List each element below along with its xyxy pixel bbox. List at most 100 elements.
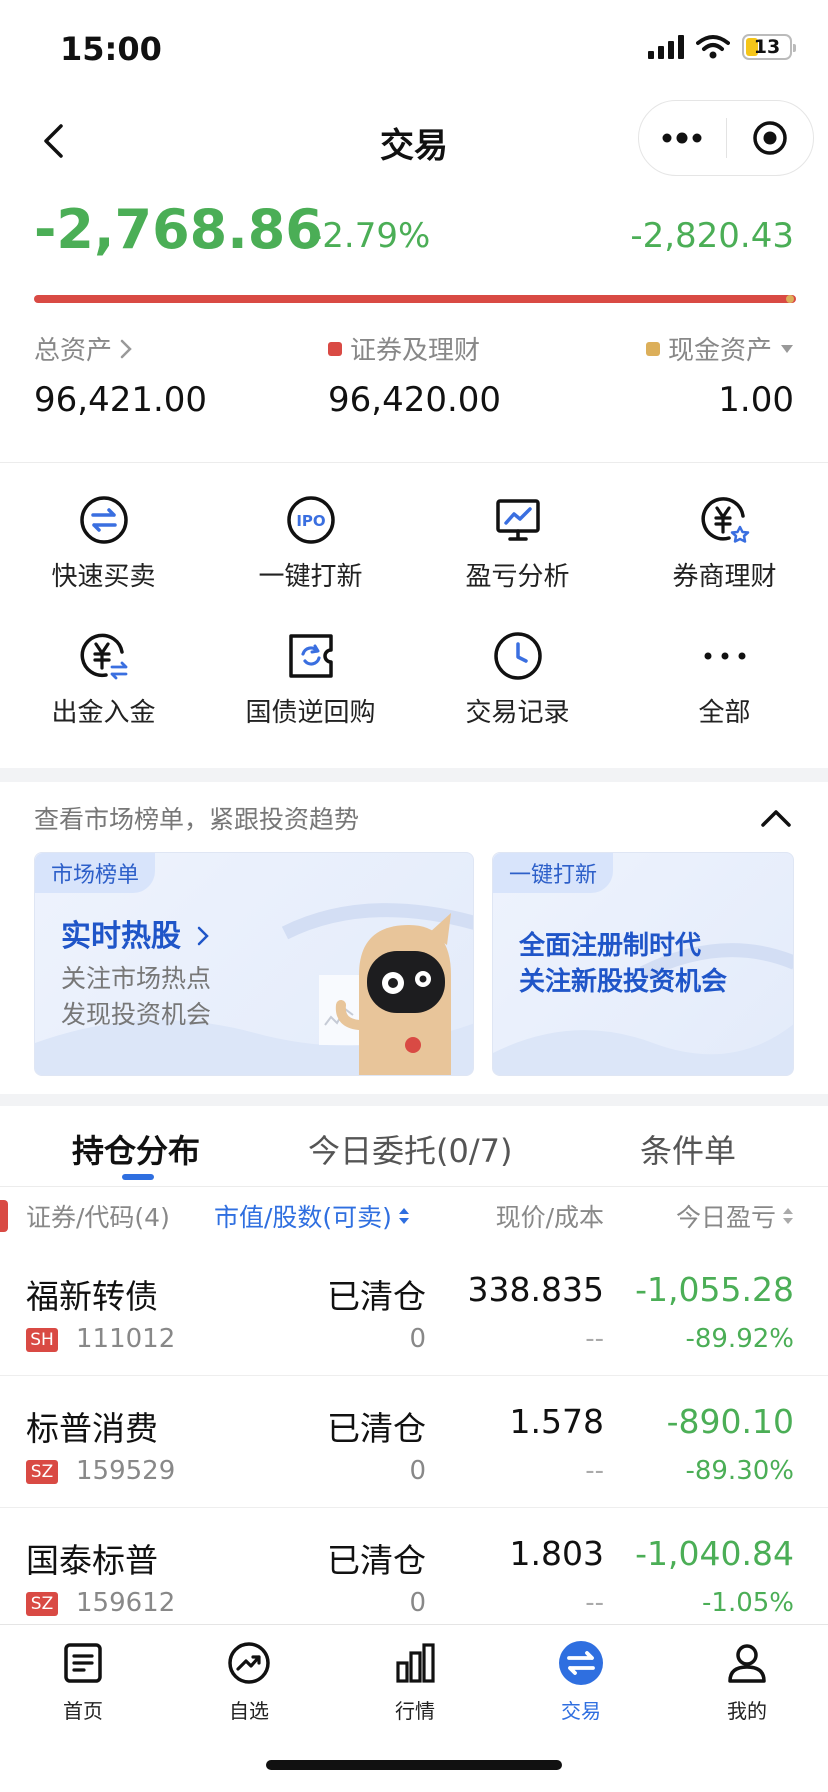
tab-label: 行情 [395, 1699, 435, 1723]
card-subtitle: 关注市场热点 [61, 964, 212, 993]
quick-action-broker-wealth[interactable]: 券商理财 [621, 463, 828, 593]
tab-label: 我的 [727, 1699, 767, 1723]
holdings-section: 持仓分布 今日委托(0/7) 条件单 证券/代码(4) 市值/股数(可卖) 现价… [0, 1106, 828, 1626]
cost-price: -- [585, 1324, 604, 1354]
tab-positions[interactable]: 持仓分布 [72, 1126, 200, 1172]
card-tag: 一键打新 [493, 853, 614, 893]
quick-action-label: 券商理财 [672, 562, 777, 592]
tab-conditional-orders[interactable]: 条件单 [640, 1126, 736, 1172]
column-header-market-value-text: 市值/股数(可卖) [214, 1203, 392, 1232]
tab-label: 自选 [229, 1699, 269, 1723]
sort-icon [398, 1208, 409, 1224]
market-ranking-card[interactable]: 市场榜单 实时热股 关注市场热点 发现投资机会 [34, 852, 474, 1076]
cost-price: -- [585, 1456, 604, 1486]
chevron-right-icon [198, 926, 210, 946]
refresh-ticket-icon [288, 633, 333, 678]
today-pl: -1,040.84 [635, 1534, 794, 1573]
position-status: 已清仓 [327, 1541, 426, 1580]
cash-assets-value: 1.00 [718, 380, 794, 420]
mini-program-capsule [638, 100, 814, 176]
quick-action-deposit-withdraw[interactable]: 出金入金 [0, 599, 207, 729]
mascot-illustration [319, 913, 451, 1075]
column-header-price-cost: 现价/成本 [495, 1203, 604, 1232]
current-price: 338.835 [467, 1270, 604, 1309]
quick-action-label: 盈亏分析 [465, 562, 570, 592]
securities-legend-dot [328, 341, 342, 356]
quick-action-label: 交易记录 [465, 698, 570, 728]
tab-trade[interactable]: 交易 [498, 1637, 664, 1724]
more-menu-button[interactable] [639, 101, 726, 175]
card-title: 实时热股 [61, 911, 210, 955]
cellular-signal-icon [648, 35, 684, 59]
security-name: 国泰标普 [26, 1541, 158, 1580]
asset-distribution-bar [34, 295, 796, 303]
today-pl: -890.10 [666, 1402, 794, 1441]
tab-profile[interactable]: 我的 [664, 1637, 828, 1724]
card-subtitle: 发现投资机会 [61, 1000, 212, 1029]
quick-action-all[interactable]: 全部 [621, 599, 828, 729]
card-line: 关注新股投资机会 [519, 967, 728, 997]
cash-assets-dropdown[interactable]: 现金资产 [645, 330, 794, 367]
tab-label: 交易 [561, 1699, 601, 1723]
quick-action-pl-analysis[interactable]: 盈亏分析 [414, 463, 621, 593]
wifi-icon [696, 35, 730, 59]
more-dots-icon [704, 652, 745, 659]
today-pl-percent: -1.05% [702, 1588, 794, 1618]
yen-star-icon [700, 496, 749, 543]
security-name: 标普消费 [26, 1409, 158, 1448]
market-badge: SH [26, 1328, 58, 1352]
cash-assets-label: 现金资产 [667, 336, 772, 366]
collapse-button[interactable] [754, 796, 798, 840]
quick-action-trade-records[interactable]: 交易记录 [414, 599, 621, 729]
tab-today-orders[interactable]: 今日委托(0/7) [308, 1126, 512, 1172]
quick-action-fast-trade[interactable]: 快速买卖 [0, 463, 207, 593]
quick-action-reverse-repo[interactable]: 国债逆回购 [207, 599, 414, 729]
position-quantity: 0 [409, 1456, 426, 1486]
close-mini-program-button[interactable] [727, 101, 814, 175]
column-header-today-pl-text: 今日盈亏 [675, 1203, 776, 1232]
card-line: 全面注册制时代 [519, 931, 702, 961]
side-marker [0, 1200, 8, 1232]
market-badge: SZ [26, 1460, 58, 1484]
ipo-card[interactable]: 一键打新 全面注册制时代 关注新股投资机会 [492, 852, 794, 1076]
security-name: 福新转债 [26, 1277, 158, 1316]
quick-action-label: 国债逆回购 [245, 698, 376, 728]
status-time: 15:00 [60, 30, 162, 68]
card-title-text: 实时热股 [61, 919, 181, 954]
total-assets-link[interactable]: 总资产 [34, 330, 132, 367]
market-hint: 查看市场榜单，紧跟投资趋势 [34, 805, 360, 834]
sort-icon [783, 1208, 793, 1224]
securities-value: 96,420.00 [328, 380, 502, 420]
quick-actions-grid: 快速买卖 IPO 一键打新 盈亏分析 券商理财 出金入金 国债逆回购 交易记录 … [0, 462, 828, 768]
ipo-icon: IPO [286, 495, 335, 544]
clock-icon [493, 631, 542, 680]
today-pl-percent: -2.79% [310, 216, 431, 256]
securities-label-group: 证券及理财 [328, 330, 480, 367]
status-icons: 13 [648, 34, 796, 60]
cost-price: -- [585, 1588, 604, 1618]
quick-action-label: 一键打新 [258, 562, 363, 592]
account-summary: -2,768.86 -2.79% -2,820.43 总资产 96,421.00… [0, 180, 828, 462]
tab-watchlist[interactable]: 自选 [166, 1637, 332, 1724]
securities-label: 证券及理财 [350, 336, 481, 366]
user-icon [728, 1644, 766, 1683]
cash-distribution-marker [786, 295, 794, 303]
quick-action-label: 快速买卖 [51, 562, 156, 592]
quick-action-ipo[interactable]: IPO 一键打新 [207, 463, 414, 593]
table-row[interactable]: 国泰标普 SZ 159612 已清仓 0 1.803 -- -1,040.84 … [0, 1508, 828, 1626]
battery-level: 13 [753, 36, 781, 58]
position-status: 已清仓 [327, 1409, 426, 1448]
chevron-right-icon [120, 339, 132, 358]
caret-down-icon [781, 344, 793, 353]
tab-market[interactable]: 行情 [332, 1637, 498, 1724]
security-code: 159529 [76, 1456, 176, 1486]
position-quantity: 0 [409, 1324, 426, 1354]
today-pl: -1,055.28 [635, 1270, 794, 1309]
table-row[interactable]: 标普消费 SZ 159529 已清仓 0 1.578 -- -890.10 -8… [0, 1376, 828, 1508]
table-row[interactable]: 福新转债 SH 111012 已清仓 0 338.835 -- -1,055.2… [0, 1244, 828, 1376]
column-header-market-value[interactable]: 市值/股数(可卖) [214, 1198, 410, 1234]
column-header-security: 证券/代码(4) [26, 1203, 170, 1232]
column-header-today-pl[interactable]: 今日盈亏 [676, 1198, 794, 1234]
tab-home[interactable]: 首页 [0, 1637, 166, 1724]
position-quantity: 0 [409, 1588, 426, 1618]
